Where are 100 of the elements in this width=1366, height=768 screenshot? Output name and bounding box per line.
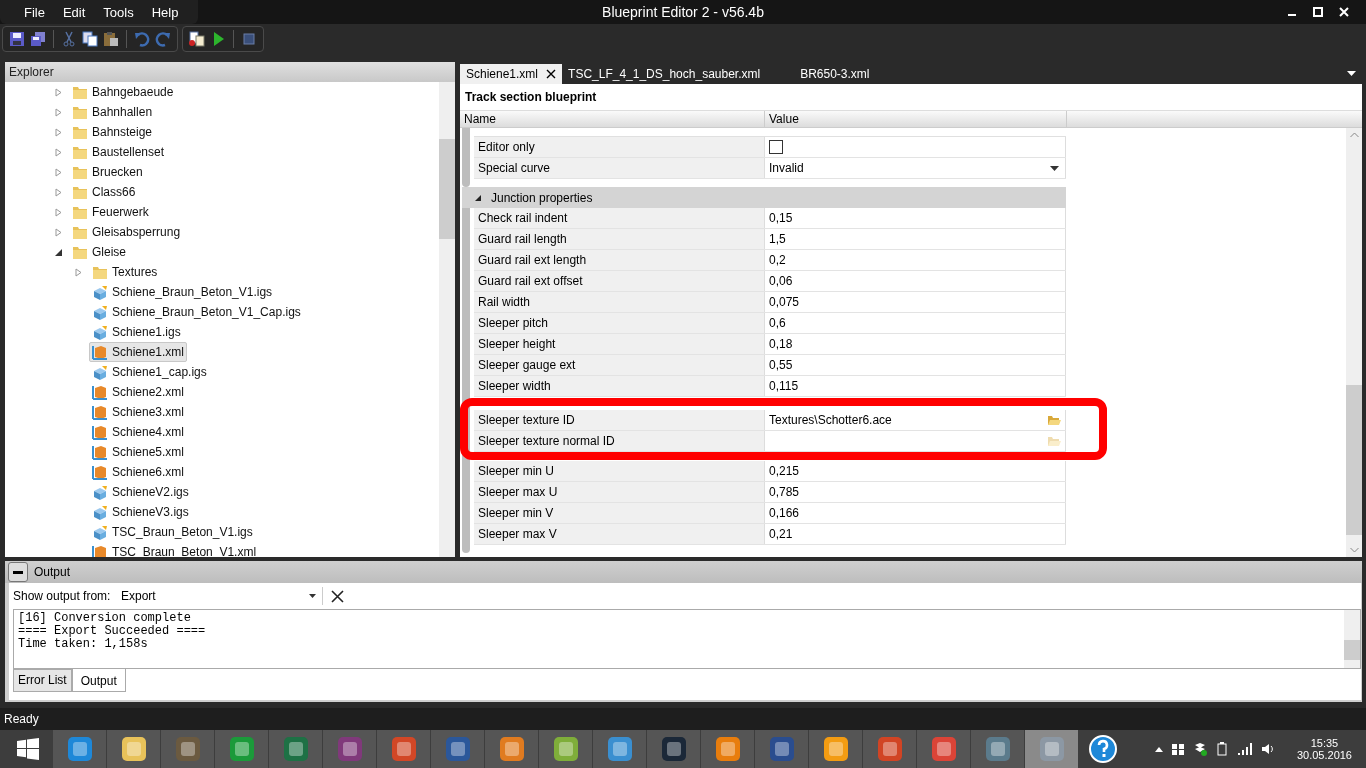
expand-triangle-icon[interactable]	[75, 267, 83, 277]
property-value[interactable]: 0,18	[769, 337, 793, 351]
tree-item[interactable]: Gleisabsperrung	[69, 222, 184, 242]
collapse-triangle-icon[interactable]	[474, 193, 482, 202]
taskbar-app[interactable]	[701, 730, 754, 768]
tree-item[interactable]: TSC_Braun_Beton_V1.igs	[89, 522, 256, 542]
stop-icon[interactable]	[241, 31, 257, 47]
redo-icon[interactable]	[155, 31, 171, 47]
panel-tab[interactable]: Error List	[13, 669, 72, 692]
tree-item[interactable]: Schiene1.xml	[89, 342, 188, 362]
tree-item[interactable]: Baustellenset	[69, 142, 168, 162]
property-value[interactable]: 0,785	[769, 485, 800, 499]
windows-logo-icon[interactable]	[1170, 742, 1185, 756]
tree-item[interactable]: Gleise	[69, 242, 129, 262]
category-header[interactable]: Junction properties	[462, 187, 1066, 208]
tree-item[interactable]: Schiene3.xml	[89, 402, 188, 422]
expand-triangle-icon[interactable]	[55, 187, 63, 197]
taskbar-app[interactable]	[539, 730, 592, 768]
expand-triangle-icon[interactable]	[55, 87, 63, 97]
help-icon[interactable]	[1088, 734, 1118, 764]
scrollbar[interactable]	[439, 82, 455, 557]
tree-item[interactable]: Schiene2.xml	[89, 382, 188, 402]
clock-time[interactable]: 15:35	[1310, 737, 1339, 749]
scrollbar[interactable]	[1344, 610, 1360, 668]
taskbar-app[interactable]	[323, 730, 376, 768]
property-value[interactable]: 1,5	[769, 232, 786, 246]
copy-icon[interactable]	[82, 31, 98, 47]
tree-item[interactable]: Textures	[89, 262, 161, 282]
tree-item[interactable]: Feuerwerk	[69, 202, 152, 222]
clock-date[interactable]: 30.05.2016	[1296, 749, 1352, 761]
tree-item[interactable]: Class66	[69, 182, 139, 202]
tree-item[interactable]: SchieneV3.igs	[89, 502, 192, 522]
expand-triangle-icon[interactable]	[55, 227, 63, 237]
property-value[interactable]: 0,06	[769, 274, 793, 288]
tree-item[interactable]: Schiene4.xml	[89, 422, 188, 442]
property-value[interactable]: 0,166	[769, 506, 800, 520]
windows-logo-icon[interactable]	[16, 737, 40, 761]
property-value[interactable]: 0,15	[769, 211, 793, 225]
menu-item[interactable]: Edit	[62, 4, 86, 20]
taskbar-app[interactable]	[593, 730, 646, 768]
tree-item[interactable]: Bahnhallen	[69, 102, 156, 122]
menu-item[interactable]: Help	[151, 4, 179, 20]
property-value[interactable]: Textures\Schotter6.ace	[769, 413, 1043, 427]
scissors-icon[interactable]	[61, 31, 77, 47]
dropdown-caret-icon[interactable]	[1347, 71, 1356, 77]
tree-item[interactable]: Bahngebaeude	[69, 82, 177, 102]
taskbar-app[interactable]	[377, 730, 430, 768]
taskbar-app[interactable]	[917, 730, 970, 768]
tree-item[interactable]: Bahnsteige	[69, 122, 156, 142]
taskbar-app[interactable]	[809, 730, 862, 768]
collapse-triangle-icon[interactable]	[55, 247, 63, 257]
property-value[interactable]: 0,21	[769, 527, 793, 541]
collapse-button[interactable]	[8, 562, 28, 582]
property-value[interactable]: 0,115	[769, 379, 799, 393]
document-tab[interactable]: TSC_LF_4_1_DS_hoch_sauber.xml	[562, 64, 775, 84]
tree-item[interactable]: Schiene1_cap.igs	[89, 362, 210, 382]
battery-icon[interactable]	[1214, 742, 1229, 756]
clear-icon[interactable]	[331, 589, 344, 603]
taskbar-app[interactable]	[755, 730, 808, 768]
taskbar-app[interactable]	[161, 730, 214, 768]
undo-icon[interactable]	[134, 31, 150, 47]
taskbar-app[interactable]	[647, 730, 700, 768]
dropdown[interactable]: Invalid	[769, 161, 1061, 175]
expand-triangle-icon[interactable]	[55, 207, 63, 217]
menu-item[interactable]: Tools	[103, 4, 134, 20]
tree-item[interactable]: Schiene_Braun_Beton_V1_Cap.igs	[89, 302, 304, 322]
paste-icon[interactable]	[103, 31, 119, 47]
taskbar-app[interactable]	[971, 730, 1024, 768]
tree-item[interactable]: Schiene1.igs	[89, 322, 184, 342]
taskbar-app[interactable]	[269, 730, 322, 768]
panel-tab[interactable]: Output	[71, 669, 126, 692]
tree-item[interactable]: Schiene5.xml	[89, 442, 188, 462]
signal-icon[interactable]	[1236, 742, 1253, 756]
taskbar-app[interactable]	[107, 730, 160, 768]
taskbar-app[interactable]	[431, 730, 484, 768]
menu-item[interactable]: File	[24, 4, 45, 20]
expand-triangle-icon[interactable]	[55, 147, 63, 157]
expand-triangle-icon[interactable]	[55, 107, 63, 117]
source-dropdown[interactable]: Export	[121, 589, 322, 603]
documents-icon[interactable]	[189, 31, 205, 47]
chevron-up-icon[interactable]	[1154, 746, 1163, 752]
property-value[interactable]: 0,55	[769, 358, 793, 372]
tree-item[interactable]: Schiene6.xml	[89, 462, 188, 482]
open-folder-icon[interactable]	[1047, 414, 1061, 426]
floppy-disks-icon[interactable]	[30, 31, 46, 47]
taskbar-app[interactable]	[53, 730, 106, 768]
property-value[interactable]: 0,6	[769, 316, 786, 330]
taskbar-app[interactable]	[863, 730, 916, 768]
property-value[interactable]: 0,2	[769, 253, 786, 267]
property-value[interactable]: 0,215	[769, 464, 800, 478]
expand-triangle-icon[interactable]	[55, 127, 63, 137]
property-value[interactable]: 0,075	[769, 295, 800, 309]
document-tab[interactable]: BR650-3.xml	[794, 64, 884, 84]
tree-item[interactable]: Schiene_Braun_Beton_V1.igs	[89, 282, 276, 302]
expand-triangle-icon[interactable]	[55, 167, 63, 177]
tree-item[interactable]: Bruecken	[69, 162, 146, 182]
tree-item[interactable]: SchieneV2.igs	[89, 482, 192, 502]
taskbar-app[interactable]	[485, 730, 538, 768]
close-icon[interactable]	[546, 69, 557, 79]
document-tab[interactable]: Schiene1.xml	[460, 64, 563, 84]
